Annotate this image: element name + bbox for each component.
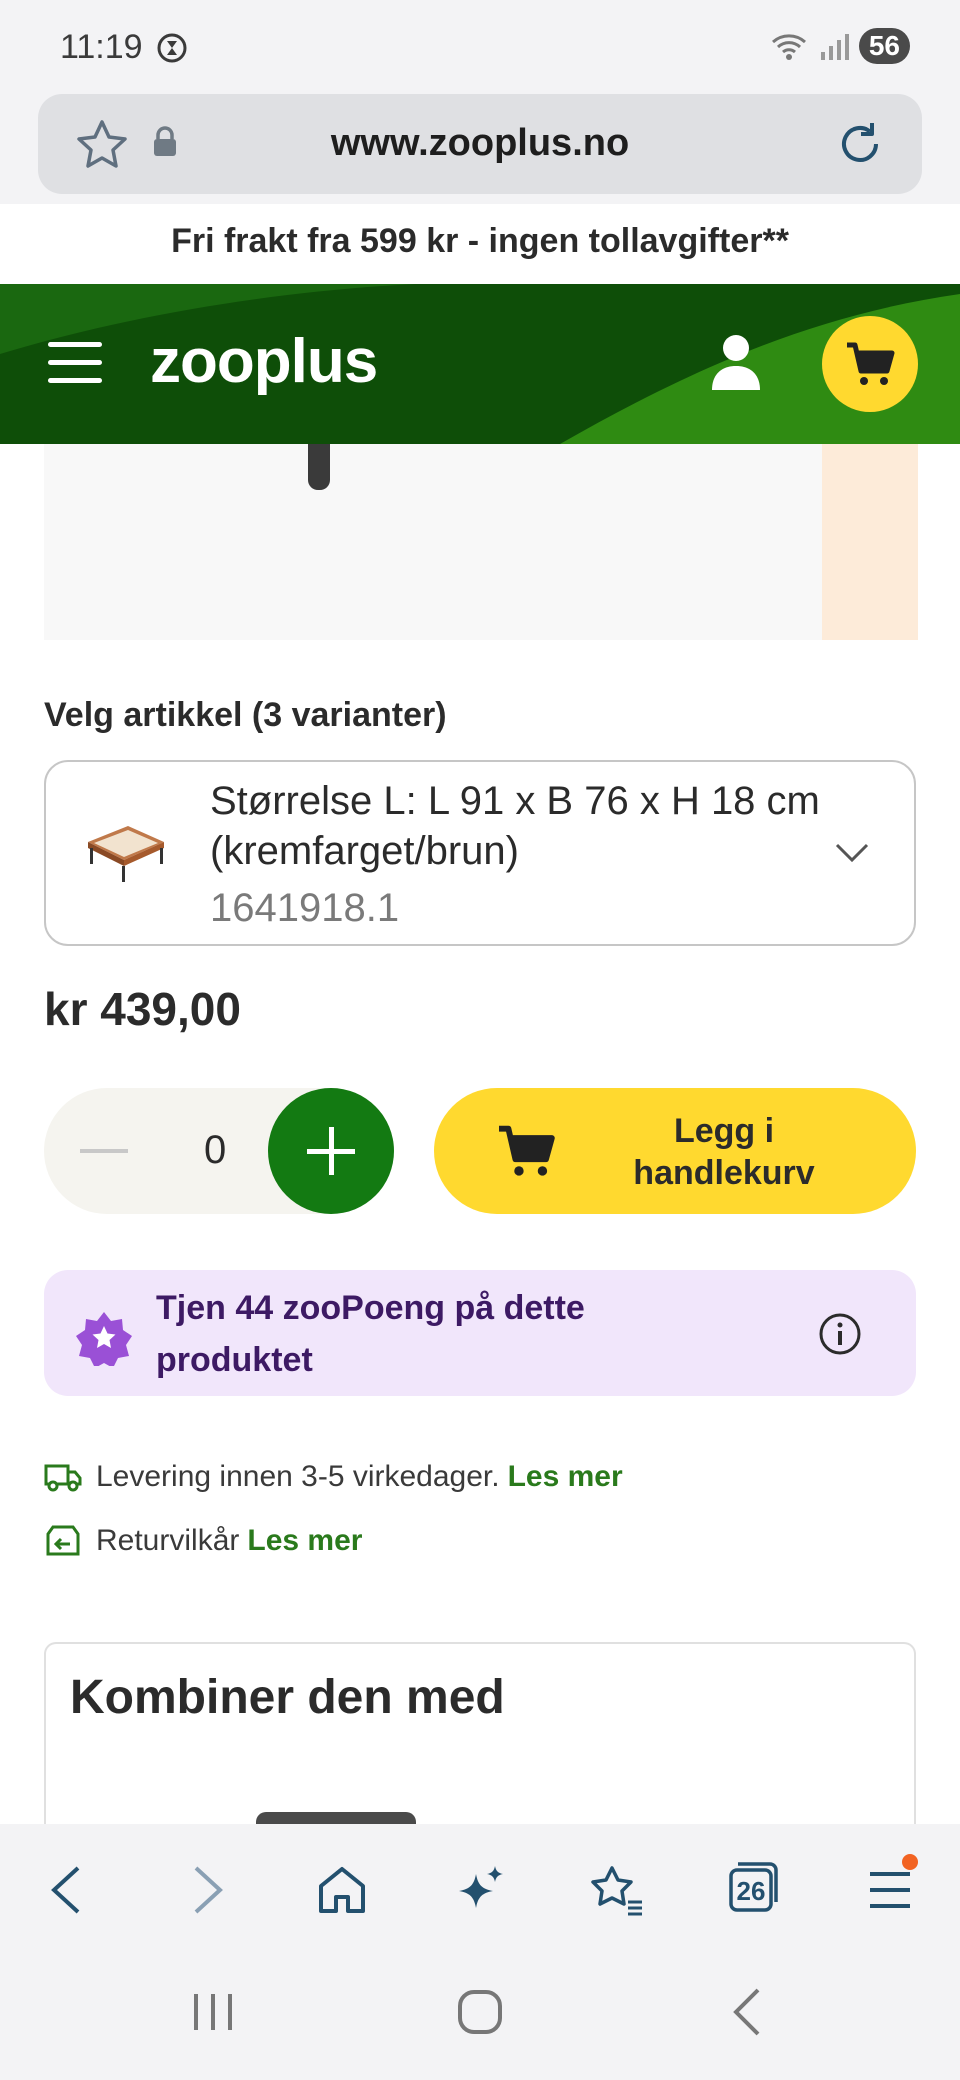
system-nav [0,1952,960,2080]
info-icon[interactable] [818,1312,862,1356]
variant-name: Størrelse L: L 91 x B 76 x H 18 cm (krem… [210,779,820,873]
forward-icon[interactable] [190,1864,226,1916]
return-icon [46,1525,80,1556]
cart-icon [847,342,895,385]
status-icons: 56 [769,28,910,64]
returns-read-more-link[interactable]: Les mer [247,1524,362,1558]
reload-icon[interactable] [832,116,888,172]
truck-icon [44,1464,82,1492]
back-icon[interactable] [48,1864,84,1916]
chevron-down-icon [835,843,869,863]
header-decoration [0,284,960,444]
tab-count: 26 [736,1876,766,1906]
tabs-button[interactable]: 26 [728,1860,780,1914]
variant-thumbnail [88,826,164,882]
site-header: zooplus [0,284,960,444]
variant-select[interactable]: Størrelse L: L 91 x B 76 x H 18 cm (krem… [44,760,916,946]
add-to-cart-button[interactable]: Legg i handlekurv [434,1088,916,1214]
battery-level: 56 [858,28,910,64]
url-text[interactable]: www.zooplus.no [38,122,922,165]
increase-button[interactable] [268,1088,394,1214]
status-bar: 11:19 56 [0,0,960,94]
product-image-next[interactable] [822,444,918,640]
menu-button[interactable] [868,1854,918,1916]
delivery-read-more-link[interactable]: Les mer [508,1460,623,1494]
menu-icon [870,1872,910,1908]
product-image[interactable] [44,444,916,640]
returns-text: Returvilkår [96,1524,240,1557]
bookmarks-icon[interactable] [588,1864,644,1916]
returns-info: Returvilkår Les mer [44,1524,362,1558]
delivery-text: Levering innen 3-5 virkedager. [96,1460,500,1493]
browser-bottom-nav: 26 [0,1824,960,1952]
timer-icon [157,33,187,63]
points-star-icon [76,1312,132,1366]
price: kr 439,00 [44,983,241,1035]
sparkle-icon[interactable] [454,1864,506,1916]
signal-icon [820,34,849,60]
url-bar[interactable]: www.zooplus.no [38,94,922,194]
decrease-button[interactable] [80,1149,128,1153]
combine-title: Kombiner den med [70,1671,505,1724]
cart-button[interactable] [822,316,918,412]
wifi-icon [771,34,806,60]
product-image-detail [308,444,330,490]
home-button-icon[interactable] [456,1988,504,2036]
browser-toolbar: www.zooplus.no [0,94,960,204]
points-text: Tjen 44 zooPoeng på dette produktet [156,1289,585,1379]
system-back-icon[interactable] [730,1986,766,2038]
home-icon[interactable] [316,1864,368,1916]
status-time: 11:19 [60,28,143,66]
quantity-value[interactable]: 0 [204,1128,226,1173]
promo-banner[interactable]: Fri frakt fra 599 kr - ingen tollavgifte… [0,204,960,284]
variant-sku: 1641918.1 [210,886,400,930]
points-banner[interactable]: Tjen 44 zooPoeng på dette produktet [44,1270,916,1396]
cart-icon [499,1125,555,1176]
logo[interactable]: zooplus [150,326,378,397]
quantity-stepper: 0 [44,1088,394,1214]
variant-label: Velg artikkel (3 varianter) [44,696,447,734]
user-icon[interactable] [710,332,762,392]
notification-dot [902,1854,918,1870]
recent-apps-icon[interactable] [190,1990,236,2034]
delivery-info: Levering innen 3-5 virkedager. Les mer [44,1460,623,1494]
hamburger-icon[interactable] [48,342,102,384]
add-to-cart-label: Legg i handlekurv [633,1112,815,1192]
